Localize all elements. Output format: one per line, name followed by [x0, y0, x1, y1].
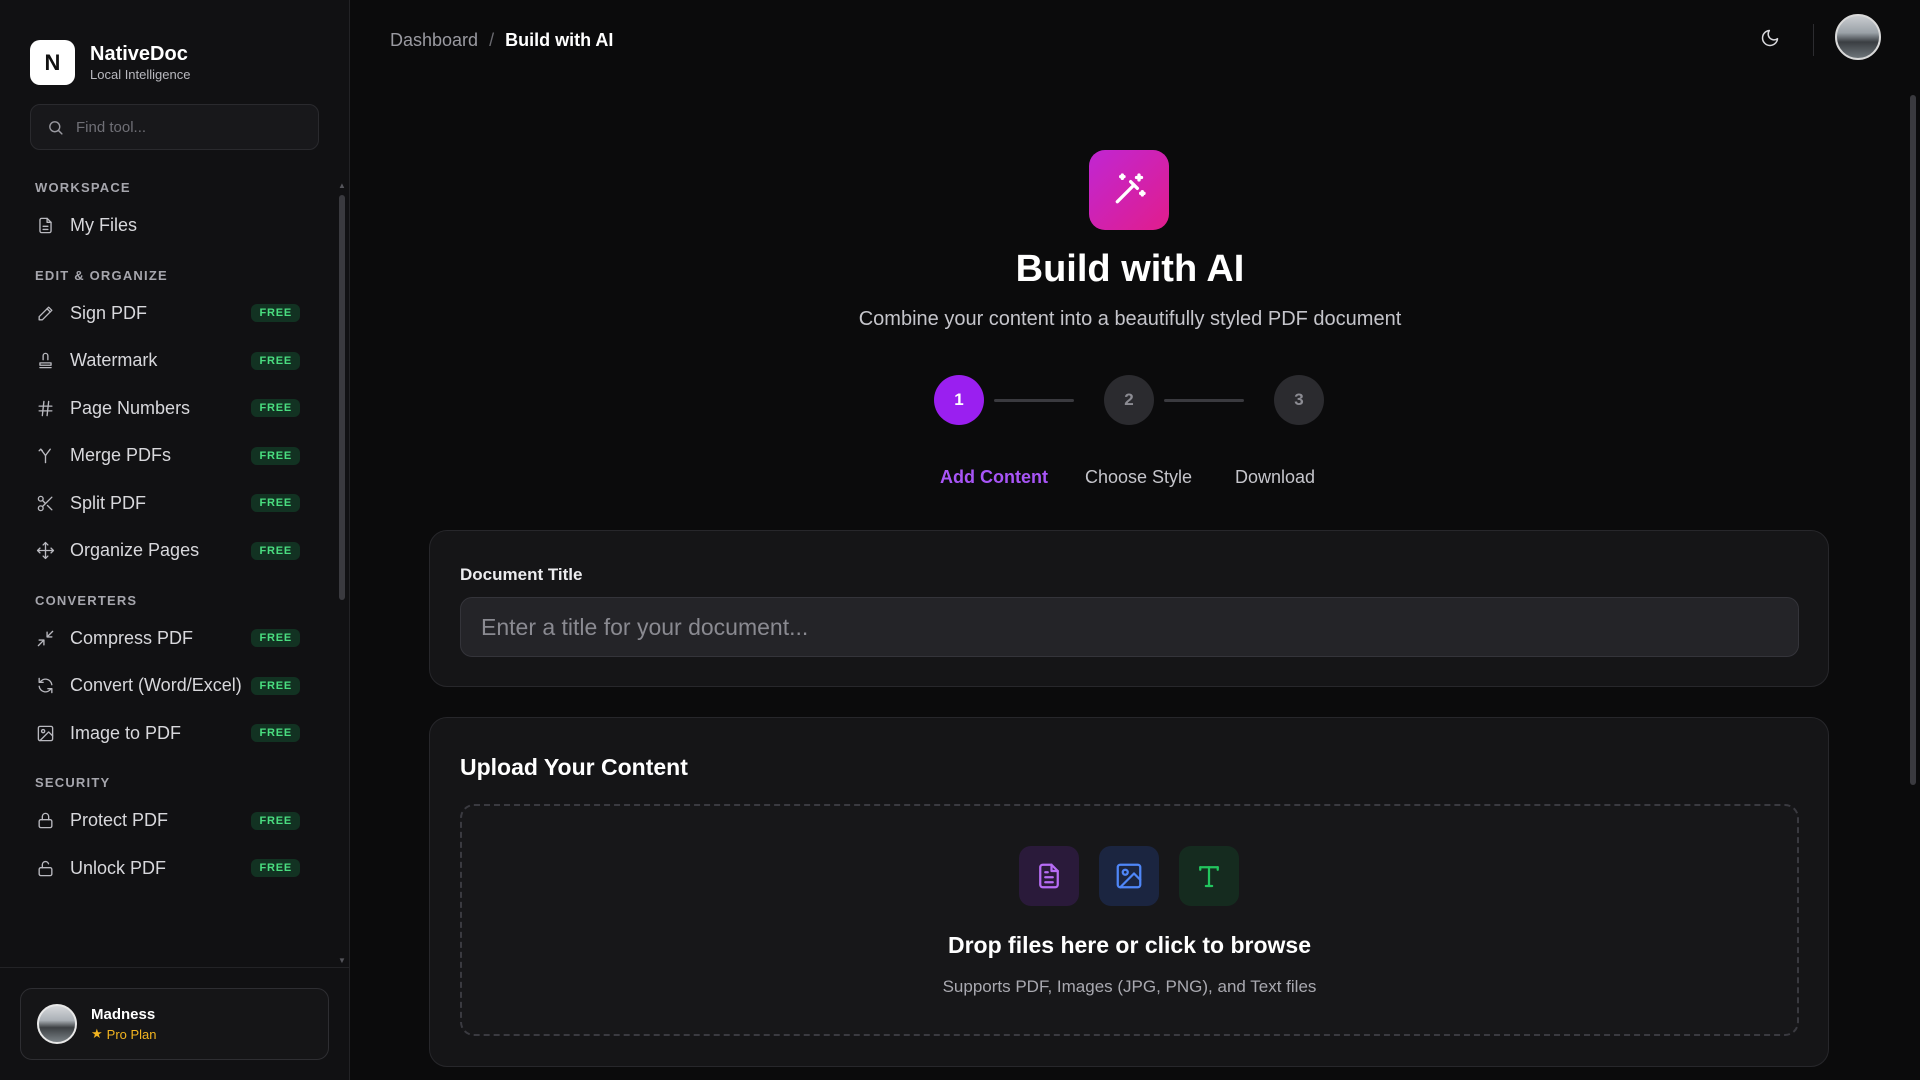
sidebar-item-label: Split PDF	[70, 492, 147, 513]
merge-icon	[35, 446, 55, 466]
free-badge: FREE	[251, 494, 300, 513]
sidebar-item-unlock-pdf[interactable]: Unlock PDF FREE	[0, 845, 338, 893]
file-dropzone[interactable]: Drop files here or click to browse Suppo…	[460, 804, 1799, 1036]
topbar: Dashboard / Build with AI	[350, 0, 1920, 80]
page-subtitle: Combine your content into a beautifully …	[858, 308, 1402, 330]
sidebar-item-label: My Files	[70, 215, 137, 236]
sidebar-item-label: Watermark	[70, 350, 158, 371]
sidebar-item-label: Convert (Word/Excel)	[70, 675, 242, 696]
breadcrumb: Dashboard / Build with AI	[390, 30, 613, 51]
search-icon	[49, 120, 63, 135]
magic-wand-icon	[1089, 150, 1169, 230]
scissors-icon	[35, 493, 55, 513]
sidebar-item-label: Sign PDF	[70, 302, 148, 323]
step-1[interactable]: 1	[934, 375, 984, 425]
brand[interactable]: N NativeDoc Local Intelligence	[30, 40, 190, 85]
free-badge: FREE	[251, 541, 300, 560]
text-icon	[1179, 846, 1239, 906]
sidebar-item-merge-pdfs[interactable]: Merge PDFs FREE	[0, 432, 338, 480]
file-icon	[35, 216, 55, 236]
sidebar-scroll-down[interactable]: ▼	[338, 957, 346, 965]
sidebar-item-label: Compress PDF	[70, 627, 194, 648]
document-title-card: Document Title	[429, 530, 1829, 687]
sidebar-item-compress-pdf[interactable]: Compress PDF FREE	[0, 615, 338, 663]
brand-logo: N	[30, 40, 75, 85]
main-scrollbar[interactable]	[1910, 95, 1916, 785]
sidebar-item-label: Protect PDF	[70, 810, 169, 831]
image-icon	[1099, 846, 1159, 906]
sidebar-item-image-to-pdf[interactable]: Image to PDF FREE	[0, 710, 338, 758]
user-card[interactable]: Madness ★ Pro Plan	[20, 988, 329, 1060]
upload-heading: Upload Your Content	[460, 754, 688, 780]
move-icon	[35, 541, 55, 561]
breadcrumb-dashboard[interactable]: Dashboard	[390, 30, 478, 51]
dropzone-subtitle: Supports PDF, Images (JPG, PNG), and Tex…	[942, 977, 1317, 996]
stamp-icon	[35, 351, 55, 371]
lock-icon	[35, 811, 55, 831]
section-title: EDIT & ORGANIZE	[35, 267, 168, 283]
sidebar-item-label: Organize Pages	[70, 540, 200, 561]
tool-search[interactable]	[30, 104, 319, 150]
free-badge: FREE	[251, 724, 300, 743]
pen-icon	[35, 303, 55, 323]
sidebar-item-page-numbers[interactable]: Page Numbers FREE	[0, 385, 338, 433]
sidebar-item-convert-word-excel[interactable]: Convert (Word/Excel) FREE	[0, 662, 338, 710]
sidebar-item-organize-pages[interactable]: Organize Pages FREE	[0, 527, 338, 575]
sidebar-item-label: Unlock PDF	[70, 857, 167, 878]
section-title: CONVERTERS	[35, 592, 138, 608]
unlock-icon	[35, 858, 55, 878]
step-label-download[interactable]: Download	[1235, 467, 1315, 488]
sidebar-scroll-up[interactable]: ▲	[338, 182, 346, 190]
free-badge: FREE	[251, 399, 300, 418]
sidebar-nav: WORKSPACE My Files EDIT & ORGANIZE Sign PDF…	[0, 168, 338, 968]
hash-icon	[35, 398, 55, 418]
star-icon: ★	[91, 1026, 103, 1041]
sidebar-item-my-files[interactable]: My Files	[0, 202, 338, 250]
free-badge: FREE	[251, 629, 300, 648]
brand-tagline: Local Intelligence	[90, 67, 191, 82]
dropzone-title: Drop files here or click to browse	[948, 932, 1311, 958]
avatar	[37, 1004, 77, 1044]
step-2[interactable]: 2	[1104, 375, 1154, 425]
user-name: Madness	[91, 1006, 156, 1023]
brand-name: NativeDoc	[90, 43, 188, 65]
free-badge: FREE	[251, 351, 300, 370]
sidebar-item-label: Image to PDF	[70, 722, 182, 743]
image-icon	[35, 723, 55, 743]
profile-avatar[interactable]	[1835, 14, 1881, 60]
breadcrumb-current: Build with AI	[505, 30, 614, 50]
step-label-choose-style[interactable]: Choose Style	[1085, 467, 1192, 488]
sidebar-item-sign-pdf[interactable]: Sign PDF FREE	[0, 290, 338, 338]
upload-card: Upload Your Content Drop files here or c…	[429, 717, 1829, 1067]
moon-icon	[1761, 29, 1779, 47]
free-badge: FREE	[251, 859, 300, 878]
document-title-label: Document Title	[460, 565, 583, 584]
step-connector	[994, 399, 1074, 402]
sidebar-item-label: Page Numbers	[70, 397, 191, 418]
sidebar-item-split-pdf[interactable]: Split PDF FREE	[0, 480, 338, 528]
free-badge: FREE	[251, 446, 300, 465]
free-badge: FREE	[251, 676, 300, 695]
section-title: SECURITY	[35, 775, 111, 790]
free-badge: FREE	[251, 304, 300, 323]
free-badge: FREE	[251, 811, 300, 830]
sidebar-item-protect-pdf[interactable]: Protect PDF FREE	[0, 797, 338, 845]
search-input[interactable]	[76, 118, 296, 136]
sidebar-scrollbar[interactable]	[339, 195, 345, 600]
step-connector	[1164, 399, 1244, 402]
step-3[interactable]: 3	[1274, 375, 1324, 425]
breadcrumb-separator: /	[489, 30, 495, 50]
theme-toggle-button[interactable]	[1760, 28, 1782, 50]
document-title-input[interactable]	[460, 597, 1799, 657]
sidebar-item-label: Merge PDFs	[70, 445, 172, 466]
sidebar-item-watermark[interactable]: Watermark FREE	[0, 337, 338, 385]
compress-icon	[35, 628, 55, 648]
section-title: WORKSPACE	[35, 180, 131, 195]
document-icon	[1019, 846, 1079, 906]
step-label-add-content[interactable]: Add Content	[940, 467, 1048, 488]
user-plan: Pro Plan	[106, 1026, 157, 1042]
page-title: Build with AI	[1015, 248, 1245, 290]
sidebar: N NativeDoc Local Intelligence WORKSPACE…	[0, 0, 350, 1080]
refresh-icon	[35, 676, 55, 696]
